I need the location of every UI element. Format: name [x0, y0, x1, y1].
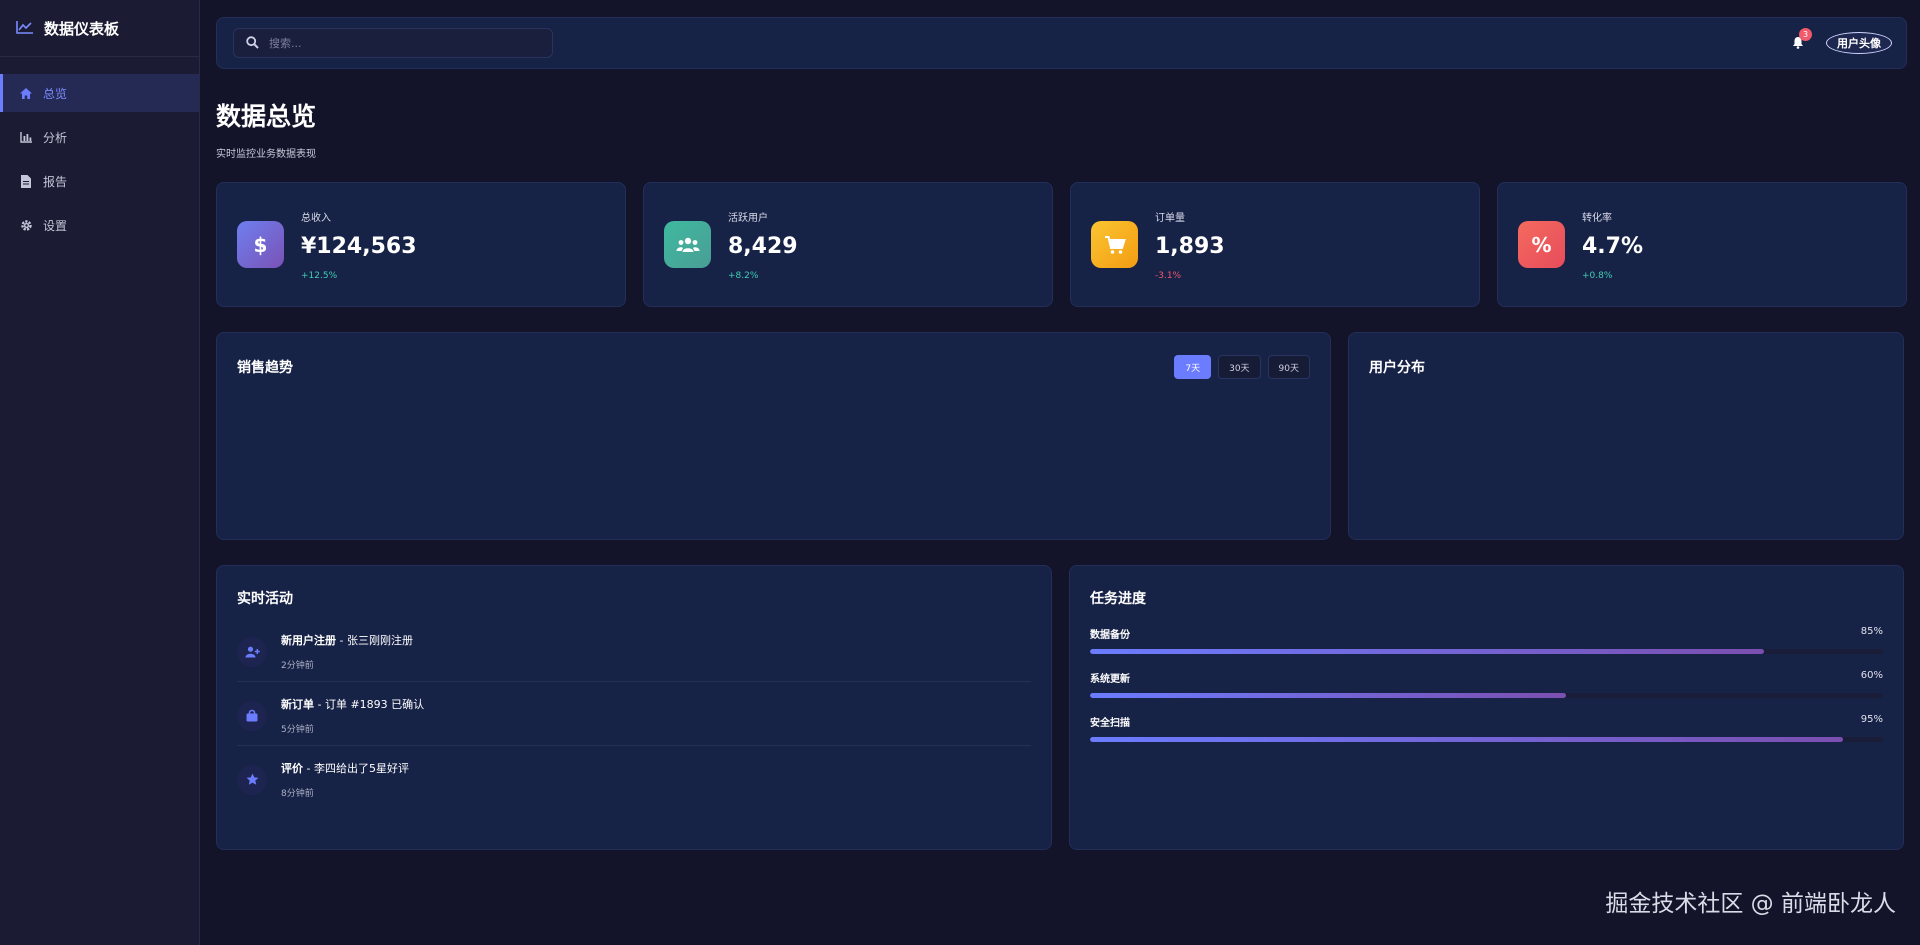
sidebar-nav: 总览 分析 报告 设置 — [0, 74, 199, 244]
panel-title: 用户分布 — [1369, 360, 1425, 376]
search-icon — [246, 34, 259, 53]
main-content: 3 用户头像 数据总览 实时监控业务数据表现 $ 总收入 ¥124,563 +1… — [200, 0, 1920, 945]
task-name: 安全扫描 — [1090, 718, 1130, 729]
watermark: 掘金技术社区 @ 前端卧龙人 — [1605, 891, 1896, 917]
chart-line-icon — [16, 19, 34, 38]
cart-icon — [1091, 221, 1138, 268]
activity-time: 2分钟前 — [281, 661, 314, 671]
task-name: 数据备份 — [1090, 630, 1130, 641]
task-percent: 85% — [1860, 626, 1883, 637]
dollar-icon: $ — [237, 221, 284, 268]
sidebar-item-reports[interactable]: 报告 — [0, 162, 199, 200]
activity-time: 5分钟前 — [281, 725, 314, 735]
stat-card-active-users[interactable]: 活跃用户 8,429 +8.2% — [643, 182, 1053, 307]
activity-title: 新用户注册 — [281, 634, 336, 647]
sidebar-item-label: 设置 — [43, 218, 68, 233]
page-subtitle: 实时监控业务数据表现 — [216, 149, 316, 160]
progress-fill — [1090, 649, 1765, 654]
list-item[interactable]: 评价 - 李四给出了5星好评 8分钟前 — [237, 746, 1031, 809]
page-title: 数据总览 — [216, 102, 317, 131]
task-percent: 60% — [1860, 670, 1883, 681]
activity-panel: 实时活动 新用户注册 - 张三刚刚注册 2分钟前 新订单 - 订单 #1893 … — [216, 565, 1052, 850]
range-button-7d[interactable]: 7天 — [1174, 355, 1212, 379]
progress-track — [1090, 649, 1883, 654]
progress-track — [1090, 737, 1883, 742]
users-icon — [664, 221, 711, 268]
panel-title: 实时活动 — [237, 591, 293, 607]
sidebar-item-analysis[interactable]: 分析 — [0, 118, 199, 156]
bar-chart-icon — [19, 130, 33, 144]
list-item[interactable]: 新用户注册 - 张三刚刚注册 2分钟前 — [237, 618, 1031, 682]
sidebar-item-settings[interactable]: 设置 — [0, 206, 199, 244]
activity-detail: - 订单 #1893 已确认 — [314, 698, 425, 711]
star-icon — [237, 764, 267, 795]
stat-label: 转化率 — [1582, 212, 1612, 224]
sidebar-item-overview[interactable]: 总览 — [0, 74, 199, 112]
range-selector: 7天 30天 90天 — [1174, 355, 1310, 379]
progress-fill — [1090, 693, 1566, 698]
stat-label: 订单量 — [1155, 212, 1185, 224]
user-plus-icon — [237, 636, 267, 667]
progress-track — [1090, 693, 1883, 698]
task-item: 数据备份 85% — [1090, 626, 1883, 654]
list-item[interactable]: 新订单 - 订单 #1893 已确认 5分钟前 — [237, 682, 1031, 746]
progress-fill — [1090, 737, 1844, 742]
stat-change: +0.8% — [1582, 270, 1613, 281]
chart-row: 销售趋势 7天 30天 90天 用户分布 — [216, 332, 1907, 540]
search-input[interactable] — [269, 36, 539, 50]
brand[interactable]: 数据仪表板 — [0, 0, 199, 57]
activity-time: 8分钟前 — [281, 789, 314, 799]
home-icon — [19, 86, 33, 100]
user-distribution-panel: 用户分布 — [1348, 332, 1904, 540]
task-percent: 95% — [1860, 714, 1883, 725]
stat-value: 1,893 — [1155, 233, 1225, 259]
activity-detail: - 李四给出了5星好评 — [303, 762, 409, 775]
task-item: 安全扫描 95% — [1090, 714, 1883, 742]
topbar-actions: 3 用户头像 — [1790, 28, 1892, 54]
gear-icon — [19, 218, 33, 232]
task-item: 系统更新 60% — [1090, 670, 1883, 698]
shopping-bag-icon — [237, 700, 267, 731]
stat-change: +8.2% — [728, 270, 759, 281]
notification-badge: 3 — [1799, 28, 1812, 41]
activity-detail: - 张三刚刚注册 — [336, 634, 413, 647]
stat-card-revenue[interactable]: $ 总收入 ¥124,563 +12.5% — [216, 182, 626, 307]
document-icon — [19, 174, 33, 188]
stat-value: ¥124,563 — [301, 233, 417, 259]
sidebar-item-label: 报告 — [43, 174, 68, 189]
range-button-90d[interactable]: 90天 — [1267, 355, 1310, 379]
bottom-row: 实时活动 新用户注册 - 张三刚刚注册 2分钟前 新订单 - 订单 #1893 … — [216, 565, 1907, 850]
search-box[interactable] — [233, 28, 553, 58]
stat-change: -3.1% — [1155, 270, 1182, 281]
stat-card-orders[interactable]: 订单量 1,893 -3.1% — [1070, 182, 1480, 307]
stat-card-conversion[interactable]: % 转化率 4.7% +0.8% — [1497, 182, 1907, 307]
activity-title: 评价 — [281, 762, 303, 775]
stat-change: +12.5% — [301, 270, 338, 281]
sidebar-item-label: 总览 — [43, 86, 68, 101]
panel-title: 销售趋势 — [237, 360, 293, 376]
sidebar-item-label: 分析 — [43, 130, 68, 145]
sales-trend-panel: 销售趋势 7天 30天 90天 — [216, 332, 1331, 540]
stat-value: 8,429 — [728, 233, 798, 259]
range-button-30d[interactable]: 30天 — [1218, 355, 1261, 379]
topbar: 3 用户头像 — [216, 17, 1907, 69]
percent-icon: % — [1518, 221, 1565, 268]
app-root: 数据仪表板 总览 分析 报告 设置 搜索... 3 用户头像 数据总览 实时监控… — [0, 0, 1920, 945]
avatar[interactable]: 用户头像 — [1826, 32, 1892, 54]
panel-title: 任务进度 — [1090, 591, 1146, 607]
stat-value: 4.7% — [1582, 233, 1644, 259]
brand-title: 数据仪表板 — [44, 19, 120, 38]
stats-row: $ 总收入 ¥124,563 +12.5% 活跃用户 8,429 +8.2% 订… — [216, 182, 1907, 307]
task-name: 系统更新 — [1090, 674, 1130, 685]
stat-label: 活跃用户 — [728, 212, 768, 224]
sidebar: 数据仪表板 总览 分析 报告 设置 — [0, 0, 200, 945]
activity-title: 新订单 — [281, 698, 314, 711]
task-progress-panel: 任务进度 数据备份 85% 系统更新 60% 安全扫描 95% — [1069, 565, 1904, 850]
notification-button[interactable]: 3 — [1790, 28, 1812, 51]
stat-label: 总收入 — [301, 212, 331, 224]
